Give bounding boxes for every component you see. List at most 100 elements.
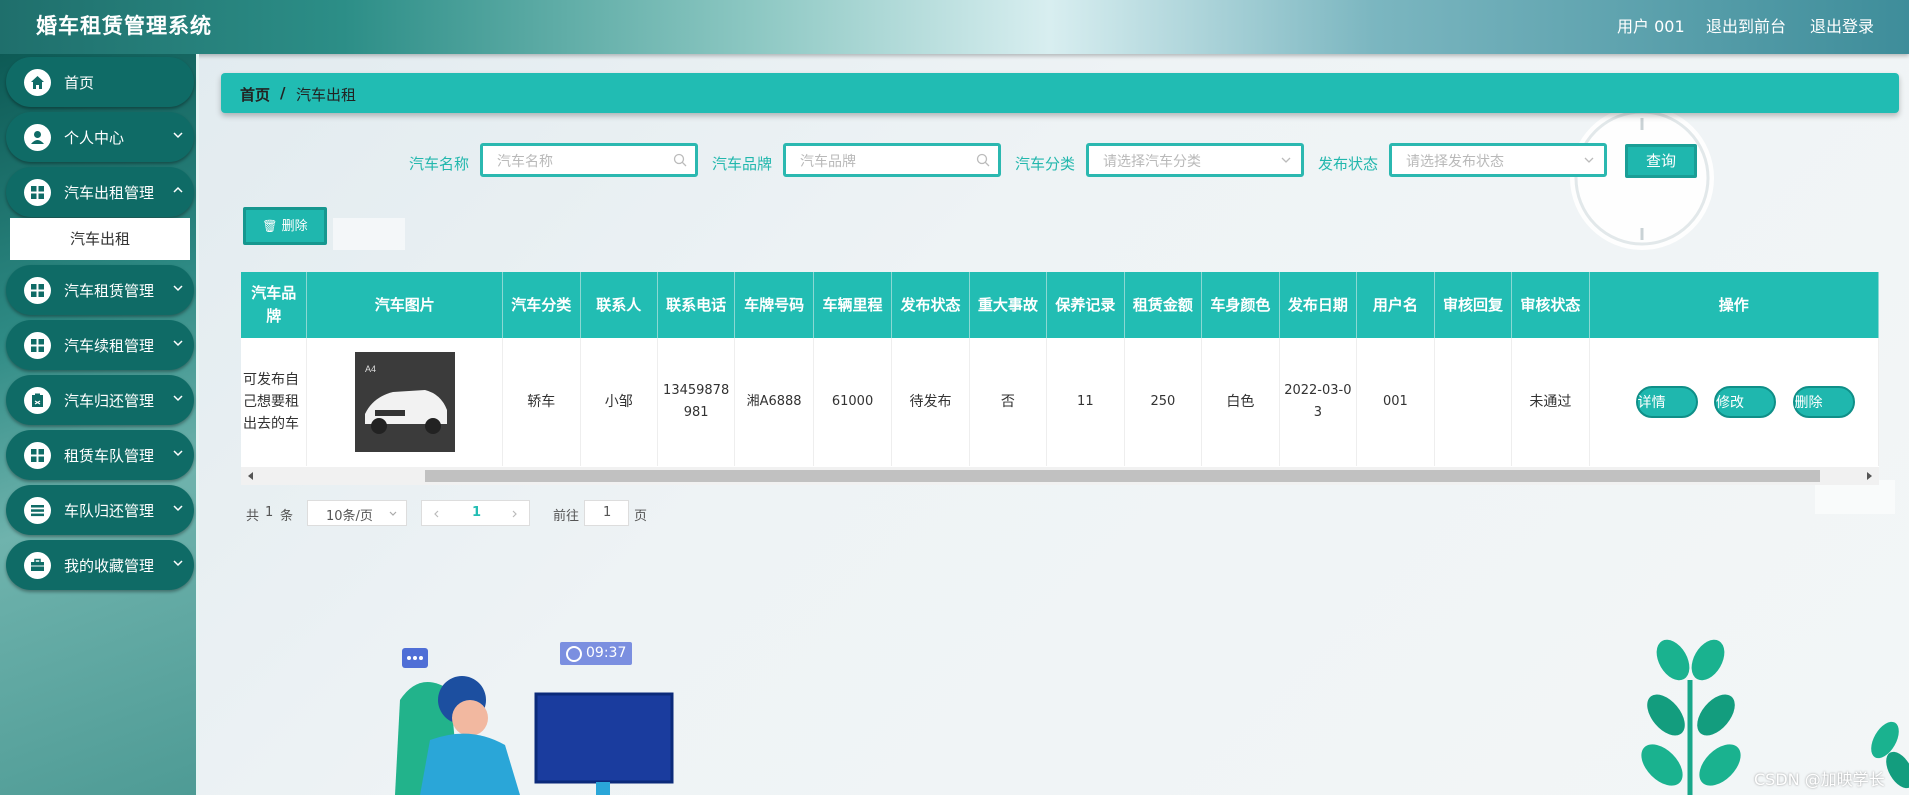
column-header: 车牌号码 [734,272,814,338]
car-category-input[interactable] [1101,150,1275,174]
column-header: 车身颜色 [1201,272,1280,338]
sidebar-item-favorites[interactable]: 我的收藏管理 [6,540,194,590]
trash-icon: 🗑 [262,219,278,233]
cell-actions: 详情 修改 删除 [1589,338,1879,466]
table-row[interactable]: 可发布自己想要租出去的车 A4 轿车 小邹 13459878981 湘A6888… [241,338,1879,466]
goto-prefix: 前往 [553,509,580,524]
goto-suffix: 页 [634,509,648,524]
car-name-input[interactable] [495,150,669,174]
column-header: 联系人 [580,272,658,338]
cell-plate: 湘A6888 [734,338,814,466]
sidebar-item-fleet-leasing[interactable]: 租赁车队管理 [6,430,194,480]
cell-publish-status: 待发布 [891,338,970,466]
logout-link[interactable]: 退出登录 [1810,13,1874,37]
chevron-down-icon [173,505,183,512]
chevron-down-icon [173,340,183,347]
car-category-select[interactable] [1086,143,1304,177]
table-header-row: 汽车品牌 汽车图片 汽车分类 联系人 联系电话 车牌号码 车辆里程 发布状态 重… [241,272,1879,338]
chevron-down-icon [173,560,183,567]
breadcrumb: 首页 / 汽车出租 [221,73,1899,113]
sidebar-item-label: 车队归还管理 [64,502,155,520]
clock-icon [566,646,582,662]
column-header: 发布状态 [891,272,970,338]
sidebar-item-label: 汽车租赁管理 [64,282,155,300]
goto-page-input[interactable]: 1 [584,500,629,526]
publish-status-label: 发布状态 [1318,155,1379,173]
svg-text:A4: A4 [365,364,376,374]
publish-status-select[interactable] [1389,143,1607,177]
cell-username: 001 [1356,338,1435,466]
row-delete-button[interactable]: 删除 [1792,386,1855,418]
delete-button[interactable]: 🗑 删除 [243,207,327,245]
sidebar-item-label: 汽车归还管理 [64,392,155,410]
chevron-down-icon [173,132,183,139]
column-header: 审核回复 [1434,272,1513,338]
detail-button[interactable]: 详情 [1635,386,1698,418]
prev-page-icon[interactable] [432,509,442,519]
list-icon [24,497,51,524]
column-header: 发布日期 [1279,272,1358,338]
home-icon [24,69,51,96]
column-header: 保养记录 [1046,272,1125,338]
cell-phone: 13459878981 [657,338,736,466]
car-brand-input[interactable] [798,150,972,174]
grid-icon [24,332,51,359]
car-name-field[interactable] [480,143,698,177]
page-size-select[interactable]: 10条/页 [307,500,407,526]
edit-button[interactable]: 修改 [1714,386,1777,418]
chevron-down-icon [173,395,183,402]
query-button[interactable]: 查询 [1625,144,1697,178]
cell-contact: 小邹 [580,338,658,466]
sidebar-item-fleet-return[interactable]: 车队归还管理 [6,485,194,535]
search-icon [673,153,687,167]
sidebar-item-car-renewal[interactable]: 汽车续租管理 [6,320,194,370]
cell-date: 2022-03-03 [1279,338,1358,466]
next-page-icon[interactable] [509,509,519,519]
cell-category: 轿车 [502,338,581,466]
cell-accident: 否 [969,338,1048,466]
chevron-down-icon [389,511,397,516]
column-header: 用户名 [1356,272,1435,338]
sidebar-item-car-leasing[interactable]: 汽车租赁管理 [6,265,194,315]
clock-badge: 09:37 [560,642,632,665]
current-page[interactable]: 1 [472,505,481,520]
sidebar-subitem-car-rental[interactable]: 汽车出租 [10,218,190,260]
scrollbar-thumb[interactable] [425,470,1820,482]
cell-mileage: 61000 [813,338,893,466]
pagination-total-suffix: 条 [280,509,294,524]
sidebar-item-label: 首页 [64,74,95,92]
sidebar-item-personal[interactable]: 个人中心 [6,112,194,162]
cell-rent: 250 [1124,338,1203,466]
sidebar-item-car-rental-out[interactable]: 汽车出租管理 [6,167,194,217]
cell-brand: 可发布自己想要租出去的车 [241,338,308,466]
sidebar-item-car-return[interactable]: 汽车归还管理 [6,375,194,425]
car-brand-field[interactable] [783,143,1001,177]
column-header: 汽车图片 [306,272,504,338]
pager: 1 [421,500,530,526]
chevron-down-icon [173,450,183,457]
page-size-value: 10条/页 [326,509,373,524]
data-table: 汽车品牌 汽车图片 汽车分类 联系人 联系电话 车牌号码 车辆里程 发布状态 重… [241,272,1879,485]
scroll-left-arrow-icon[interactable] [247,472,255,480]
car-photo: A4 [354,352,455,452]
breadcrumb-home[interactable]: 首页 [240,84,270,105]
publish-status-input[interactable] [1404,150,1578,174]
grid-icon [24,277,51,304]
sidebar-item-home[interactable]: 首页 [6,57,194,107]
app-title: 婚车租赁管理系统 [36,13,212,38]
sidebar-item-label: 租赁车队管理 [64,447,155,465]
top-header: 婚车租赁管理系统 用户 001 退出到前台 退出登录 [0,0,1909,54]
cell-image: A4 [306,338,504,466]
scroll-right-arrow-icon[interactable] [1865,472,1873,480]
sidebar: 首页 个人中心 汽车出租管理 汽车出租 汽车租赁管理 汽车续租管理 汽车归还管理… [0,54,199,795]
table-horizontal-scrollbar[interactable] [241,467,1879,485]
goto-page-value: 1 [603,505,612,520]
column-header: 租赁金额 [1124,272,1203,338]
column-header: 汽车分类 [502,272,581,338]
sidebar-item-label: 汽车出租管理 [64,184,155,202]
car-name-label: 汽车名称 [409,155,470,173]
sidebar-subitem-label: 汽车出租 [69,230,130,248]
exit-to-front-link[interactable]: 退出到前台 [1706,13,1786,37]
sidebar-item-label: 汽车续租管理 [64,337,155,355]
column-header: 操作 [1589,272,1879,338]
